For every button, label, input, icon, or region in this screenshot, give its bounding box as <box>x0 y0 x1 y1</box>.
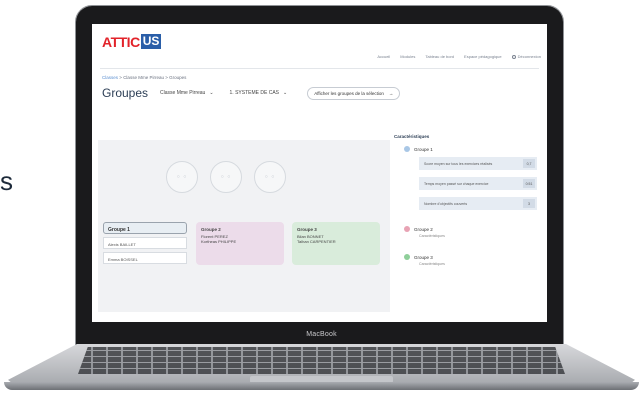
char-row-label: Temps moyen passé sur chaque exercice <box>424 181 489 186</box>
laptop-front <box>4 382 639 390</box>
breadcrumb-sep: > <box>119 75 122 80</box>
breadcrumb: Classes > Classe Mme Pirreau > Groupes <box>102 75 186 80</box>
nav-item-espace[interactable]: Espace pédagogique <box>464 54 502 59</box>
top-nav: Accueil Modules Tableau de bord Espace p… <box>377 54 541 59</box>
breadcrumb-current: Classe Mme Pirreau > Groupes <box>123 75 187 80</box>
group-2-member: Kortheas PHILIPPE <box>201 239 237 244</box>
power-icon <box>511 54 516 59</box>
char-row-value: 3 <box>523 199 535 208</box>
screen: ATTIC US Accueil Modules Tableau de bord… <box>92 24 547 322</box>
device-label: MacBook <box>306 331 337 338</box>
unit-select-value: 1. SYSTEME DE CAS <box>229 90 279 96</box>
student-card[interactable]: Alexis BAILLET <box>103 237 187 249</box>
group-2-title: Groupe 2 <box>201 227 221 232</box>
class-select[interactable]: Classe Mme Pirreau ⌄ <box>156 88 218 98</box>
char-group-2[interactable]: Groupe 2 <box>404 226 433 232</box>
nav-item-modules[interactable]: Modules <box>400 54 415 59</box>
group-3-title: Groupe 3 <box>297 227 317 232</box>
char-row: Score moyen sur tous les exercices réali… <box>419 157 537 170</box>
keyboard-rows <box>78 347 565 374</box>
group-circle-1[interactable]: ○ ○ <box>166 161 198 193</box>
char-group-3-label: Groupe 3 <box>414 254 433 260</box>
side-text: s <box>0 166 13 196</box>
nav-item-accueil[interactable]: Accueil <box>377 54 390 59</box>
char-group-3[interactable]: Groupe 3 <box>404 254 433 260</box>
title-row: Groupes Classe Mme Pirreau ⌄ 1. SYSTEME … <box>102 86 401 100</box>
group-3-member: Talhan CARPENTIER <box>297 239 336 244</box>
char-row: Nombre d'objectifs couverts 3 <box>419 197 537 210</box>
group-2-dot-icon <box>404 226 410 232</box>
logo-box: US <box>140 34 162 49</box>
char-group-1[interactable]: Groupe 1 <box>404 146 433 152</box>
group-1-list: Groupe 1 Alexis BAILLET Emma BOISSEL <box>103 222 187 264</box>
char-group-1-label: Groupe 1 <box>414 146 433 152</box>
group-circles: ○ ○ ○ ○ ○ ○ <box>166 161 286 193</box>
group-3-card[interactable]: Groupe 3 Bilan BONNET Talhan CARPENTIER <box>292 222 380 265</box>
characteristics-title: Caractéristiques <box>394 134 430 139</box>
char-row-label: Nombre d'objectifs couverts <box>424 201 468 206</box>
nav-item-logout: Déconnexion <box>517 54 541 59</box>
show-groups-button[interactable]: Afficher les groupes de la sélection → <box>307 86 401 100</box>
nav-item-tableau[interactable]: Tableau de bord <box>425 54 454 59</box>
group-circle-3[interactable]: ○ ○ <box>254 161 286 193</box>
char-row-label: Score moyen sur tous les exercices réali… <box>424 161 493 166</box>
arrow-right-icon: → <box>388 90 394 96</box>
unit-select[interactable]: 1. SYSTEME DE CAS ⌄ <box>226 88 292 98</box>
group-3-dot-icon <box>404 254 410 260</box>
logo-text: ATTIC <box>102 33 140 50</box>
char-row-value: 0,7 <box>523 159 535 168</box>
logout-link[interactable]: Déconnexion <box>511 54 541 59</box>
char-group-2-label: Groupe 2 <box>414 226 433 232</box>
show-groups-label: Afficher les groupes de la sélection <box>314 90 384 96</box>
class-select-value: Classe Mme Pirreau <box>160 90 206 96</box>
stage: s MacBook ATTIC US Accueil Modules Table… <box>0 0 643 402</box>
student-card[interactable]: Emma BOISSEL <box>103 252 187 264</box>
app-logo[interactable]: ATTIC US <box>102 33 162 50</box>
group-2-card[interactable]: Groupe 2 Florent PEREZ Kortheas PHILIPPE <box>196 222 284 265</box>
group-1-dot-icon <box>404 146 410 152</box>
chevron-down-icon: ⌄ <box>283 90 288 96</box>
char-group-2-sub: Caractéristiques <box>419 234 445 238</box>
page-title: Groupes <box>102 86 149 100</box>
char-row: Temps moyen passé sur chaque exercice 0:… <box>419 177 537 190</box>
char-row-value: 0:51 <box>523 179 535 188</box>
breadcrumb-link[interactable]: Classes <box>102 75 118 80</box>
header-divider <box>100 68 539 69</box>
chevron-down-icon: ⌄ <box>209 90 214 96</box>
group-1-header[interactable]: Groupe 1 <box>103 222 187 234</box>
char-group-3-sub: Caractéristiques <box>419 262 445 266</box>
group-circle-2[interactable]: ○ ○ <box>210 161 242 193</box>
